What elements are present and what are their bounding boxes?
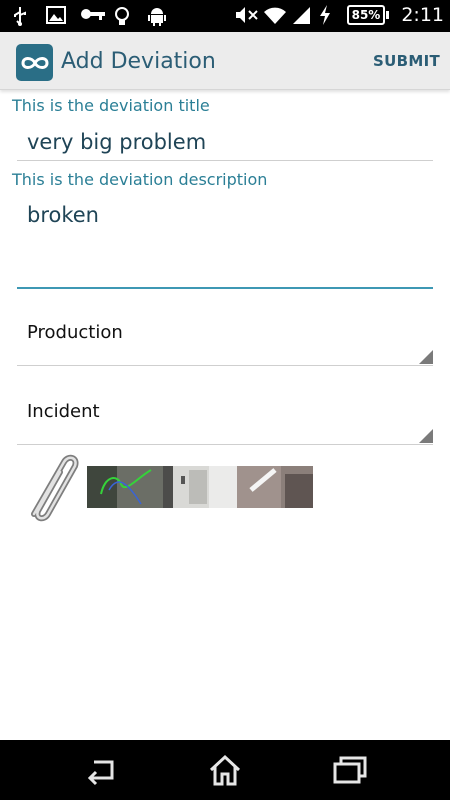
recents-icon[interactable] (333, 754, 367, 786)
key-icon (80, 6, 105, 26)
action-bar: Add Deviation SUBMIT (0, 32, 450, 90)
battery-indicator: 85% (346, 5, 390, 25)
attachment-thumbnail[interactable] (163, 466, 237, 508)
image-icon (46, 6, 66, 26)
status-bar: 85% 2:11 (0, 0, 450, 32)
description-label: This is the deviation description (12, 170, 268, 189)
back-icon[interactable] (84, 754, 118, 786)
title-input[interactable]: very big problem (17, 120, 433, 161)
page-title: Add Deviation (61, 49, 216, 74)
bulb-icon (114, 6, 134, 26)
submit-button[interactable]: SUBMIT (373, 52, 440, 70)
signal-icon (291, 5, 311, 25)
title-value: very big problem (27, 130, 207, 154)
attachment-thumbnail[interactable] (87, 466, 163, 508)
attachment-thumbnail[interactable] (237, 466, 313, 508)
usb-icon (12, 6, 32, 26)
app-logo-icon[interactable] (16, 44, 53, 81)
category-spinner[interactable]: Production (17, 310, 433, 366)
description-input[interactable]: broken (17, 193, 433, 289)
android-icon (148, 6, 168, 26)
home-icon[interactable] (208, 754, 242, 786)
title-label: This is the deviation title (12, 96, 210, 115)
type-spinner[interactable]: Incident (17, 389, 433, 445)
dropdown-arrow-icon (419, 350, 433, 364)
charging-icon (319, 5, 339, 25)
category-value: Production (27, 322, 123, 343)
battery-level: 85% (346, 5, 386, 25)
dropdown-arrow-icon (419, 429, 433, 443)
type-value: Incident (27, 401, 100, 422)
description-value: broken (27, 203, 99, 227)
paperclip-icon[interactable] (18, 448, 82, 528)
clock: 2:11 (401, 4, 444, 26)
navigation-bar (0, 740, 450, 800)
mute-icon (235, 5, 258, 25)
wifi-icon (263, 5, 286, 25)
